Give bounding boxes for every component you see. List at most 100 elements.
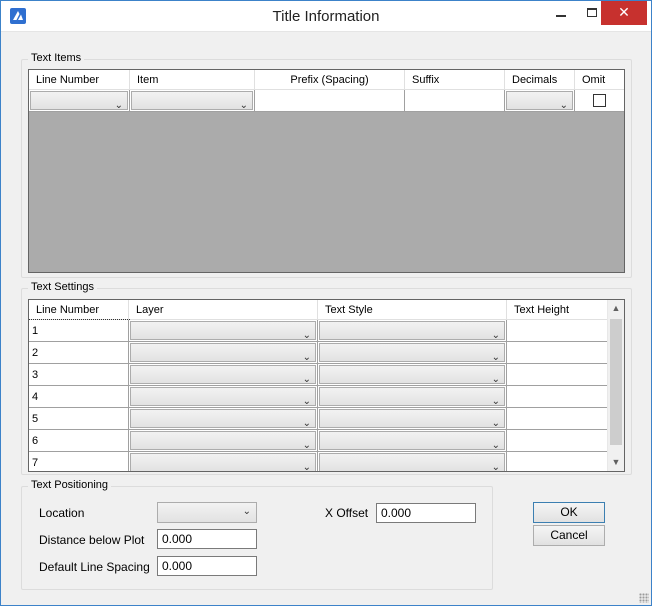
- text-style-cell[interactable]: ⌄: [318, 364, 507, 386]
- text-style-cell[interactable]: ⌄: [318, 452, 507, 472]
- line-number-cell[interactable]: 3: [29, 364, 129, 386]
- text-height-cell[interactable]: [507, 430, 609, 452]
- line-number-cell[interactable]: 5: [29, 408, 129, 430]
- text-height-cell[interactable]: [507, 342, 609, 364]
- text-height-cell[interactable]: [507, 364, 609, 386]
- minimize-button[interactable]: [547, 1, 577, 25]
- column-header-omit[interactable]: Omit: [575, 70, 624, 90]
- column-header-line-number[interactable]: Line Number: [29, 70, 130, 90]
- text-settings-header-row: Line Number Layer Text Style Text Height: [29, 300, 609, 321]
- chevron-down-icon: ⌄: [491, 440, 500, 451]
- line-number-combo[interactable]: ⌄: [30, 91, 128, 111]
- layer-cell[interactable]: ⌄: [129, 408, 318, 430]
- scroll-thumb[interactable]: [610, 319, 622, 445]
- text-height-cell[interactable]: [507, 320, 609, 342]
- chevron-down-icon: ⌄: [302, 462, 311, 472]
- layer-combo[interactable]: ⌄: [130, 321, 316, 341]
- minimize-icon: [556, 15, 566, 17]
- close-button[interactable]: ✕: [601, 1, 647, 25]
- layer-combo[interactable]: ⌄: [130, 431, 316, 451]
- text-settings-row: 7 ⌄ ⌄: [29, 452, 609, 472]
- text-style-combo[interactable]: ⌄: [319, 343, 505, 363]
- ok-button[interactable]: OK: [533, 502, 605, 523]
- layer-combo[interactable]: ⌄: [130, 387, 316, 407]
- distance-below-plot-input[interactable]: 0.000: [157, 529, 257, 549]
- column-header-prefix[interactable]: Prefix (Spacing): [255, 70, 405, 90]
- omit-cell[interactable]: [575, 90, 624, 112]
- text-items-grid[interactable]: Line Number Item Prefix (Spacing) Suffix…: [28, 69, 625, 273]
- layer-cell[interactable]: ⌄: [129, 430, 318, 452]
- text-settings-grid[interactable]: Line Number Layer Text Style Text Height…: [28, 299, 625, 472]
- decimals-combo[interactable]: ⌄: [506, 91, 573, 111]
- line-number-cell[interactable]: 1: [29, 319, 130, 343]
- column-header-decimals[interactable]: Decimals: [505, 70, 575, 90]
- distance-below-plot-label: Distance below Plot: [39, 533, 145, 547]
- column-header-suffix[interactable]: Suffix: [405, 70, 505, 90]
- text-style-cell[interactable]: ⌄: [318, 408, 507, 430]
- text-height-cell[interactable]: [507, 452, 609, 471]
- text-items-row: ⌄ ⌄ ⌄: [29, 90, 624, 112]
- text-settings-row: 6 ⌄ ⌄: [29, 430, 609, 452]
- scroll-down-arrow-icon[interactable]: ▼: [608, 454, 624, 471]
- text-settings-row: 1 ⌄ ⌄: [29, 319, 609, 343]
- vertical-scrollbar[interactable]: ▲ ▼: [607, 300, 624, 471]
- item-combo-cell[interactable]: ⌄: [130, 90, 255, 112]
- scroll-up-arrow-icon[interactable]: ▲: [608, 300, 624, 317]
- line-number-cell[interactable]: 6: [29, 430, 129, 452]
- line-number-cell[interactable]: 2: [29, 342, 129, 364]
- text-height-cell[interactable]: [507, 408, 609, 430]
- text-style-combo[interactable]: ⌄: [319, 431, 505, 451]
- text-positioning-group-label: Text Positioning: [28, 479, 112, 491]
- line-number-cell[interactable]: 7: [29, 452, 129, 471]
- text-settings-group-label: Text Settings: [28, 281, 97, 293]
- text-height-cell[interactable]: [507, 386, 609, 408]
- chevron-down-icon: ⌄: [242, 506, 251, 517]
- text-style-cell[interactable]: ⌄: [318, 342, 507, 364]
- chevron-down-icon: ⌄: [239, 100, 248, 111]
- default-line-spacing-input[interactable]: 0.000: [157, 556, 257, 576]
- decimals-combo-cell[interactable]: ⌄: [505, 90, 575, 112]
- line-number-combo-cell[interactable]: ⌄: [29, 90, 130, 112]
- prefix-cell[interactable]: [255, 90, 405, 112]
- layer-combo[interactable]: ⌄: [130, 343, 316, 363]
- layer-cell[interactable]: ⌄: [129, 320, 318, 342]
- title-information-dialog: Title Information ✕ Text Items Line Numb…: [0, 0, 652, 606]
- text-style-combo[interactable]: ⌄: [319, 409, 505, 429]
- omit-checkbox[interactable]: [593, 94, 606, 107]
- resize-grip[interactable]: [639, 593, 649, 603]
- chevron-down-icon: ⌄: [491, 374, 500, 385]
- column-header-text-style[interactable]: Text Style: [318, 300, 507, 320]
- layer-cell[interactable]: ⌄: [129, 386, 318, 408]
- layer-cell[interactable]: ⌄: [129, 342, 318, 364]
- layer-cell[interactable]: ⌄: [129, 364, 318, 386]
- text-style-combo[interactable]: ⌄: [319, 321, 505, 341]
- title-bar[interactable]: Title Information ✕: [1, 1, 651, 32]
- layer-cell[interactable]: ⌄: [129, 452, 318, 472]
- text-style-cell[interactable]: ⌄: [318, 386, 507, 408]
- text-style-cell[interactable]: ⌄: [318, 430, 507, 452]
- location-label: Location: [39, 506, 85, 520]
- text-settings-row: 3 ⌄ ⌄: [29, 364, 609, 386]
- chevron-down-icon: ⌄: [491, 396, 500, 407]
- chevron-down-icon: ⌄: [559, 100, 568, 111]
- column-header-layer[interactable]: Layer: [129, 300, 318, 320]
- suffix-cell[interactable]: [405, 90, 505, 112]
- chevron-down-icon: ⌄: [114, 100, 123, 111]
- column-header-item[interactable]: Item: [130, 70, 255, 90]
- layer-combo[interactable]: ⌄: [130, 409, 316, 429]
- column-header-line-number[interactable]: Line Number: [29, 300, 129, 320]
- text-style-combo[interactable]: ⌄: [319, 387, 505, 407]
- item-combo[interactable]: ⌄: [131, 91, 253, 111]
- chevron-down-icon: ⌄: [491, 462, 500, 472]
- layer-combo[interactable]: ⌄: [130, 365, 316, 385]
- column-header-text-height[interactable]: Text Height: [507, 300, 609, 320]
- text-style-combo[interactable]: ⌄: [319, 365, 505, 385]
- line-number-cell[interactable]: 4: [29, 386, 129, 408]
- x-offset-input[interactable]: 0.000: [376, 503, 476, 523]
- text-style-combo[interactable]: ⌄: [319, 453, 505, 472]
- cancel-button[interactable]: Cancel: [533, 525, 605, 546]
- layer-combo[interactable]: ⌄: [130, 453, 316, 472]
- chevron-down-icon: ⌄: [302, 418, 311, 429]
- text-style-cell[interactable]: ⌄: [318, 320, 507, 342]
- location-dropdown[interactable]: ⌄: [157, 502, 257, 523]
